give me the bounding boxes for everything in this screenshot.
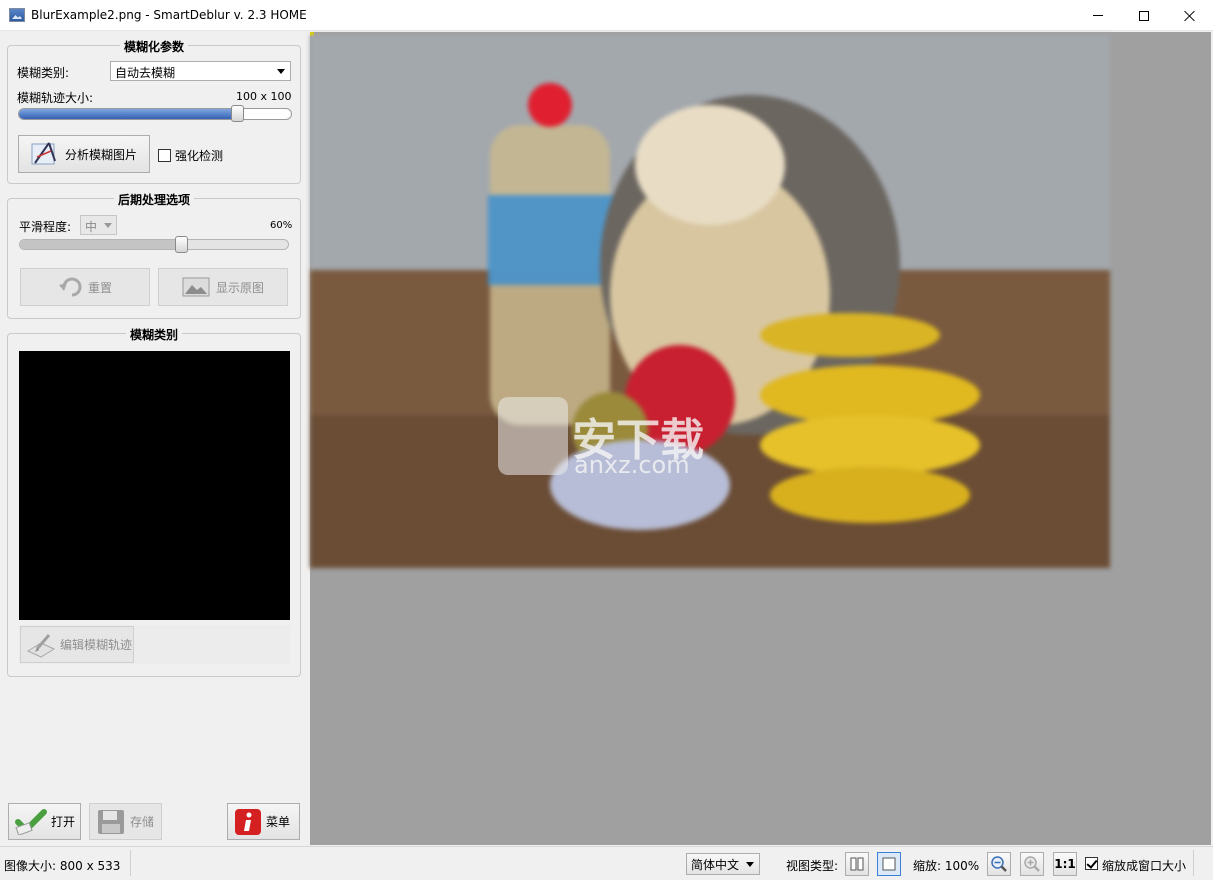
watermark-url: anxz.com <box>574 451 690 479</box>
blur-params-group: 模糊化参数 模糊类别: 自动去模糊 模糊轨迹大小: 100 x 100 分析模糊… <box>7 40 301 184</box>
zoom-in-button[interactable] <box>1020 852 1044 876</box>
blur-kernel-group: 模糊类别 编辑模糊轨迹 <box>7 328 301 677</box>
enhance-detection-checkbox[interactable] <box>158 149 171 162</box>
close-icon <box>1184 10 1196 22</box>
open-label: 打开 <box>51 815 76 829</box>
language-select[interactable]: 简体中文 <box>686 853 760 875</box>
floppy-disk-icon <box>98 809 124 834</box>
title-bar: BlurExample2.png - SmartDeblur v. 2.3 HO… <box>0 0 1213 31</box>
view-single-button[interactable] <box>877 852 901 876</box>
edit-pen-icon <box>26 633 56 658</box>
analyze-blur-button[interactable]: 分析模糊图片 <box>18 135 150 173</box>
minimize-button[interactable] <box>1075 0 1121 31</box>
blur-size-x: x <box>260 90 268 103</box>
zoom-out-icon <box>991 856 1007 872</box>
show-original-button[interactable]: 显示原图 <box>158 268 288 306</box>
zoom-out-button[interactable] <box>987 852 1011 876</box>
edit-blur-kernel-label: 编辑模糊轨迹 <box>60 638 133 652</box>
zoom-text: 缩放: 100% <box>913 859 980 873</box>
blur-size-slider-handle[interactable] <box>231 105 245 122</box>
view-type-label: 视图类型: <box>786 859 839 873</box>
blur-kernel-preview <box>19 351 290 620</box>
blur-size-value: 100 x 100 <box>236 90 292 103</box>
drafting-compass-icon <box>31 142 56 165</box>
enhance-detection-label: 强化检测 <box>175 149 224 163</box>
smooth-slider-handle[interactable] <box>175 236 188 253</box>
smooth-level-value: 中 <box>85 220 98 234</box>
maximize-button[interactable] <box>1121 0 1167 31</box>
undo-icon <box>58 277 82 297</box>
blur-params-title: 模糊化参数 <box>119 40 188 54</box>
blur-size-label: 模糊轨迹大小: <box>17 91 94 105</box>
chevron-down-icon <box>746 862 754 867</box>
split-view-icon <box>850 857 864 871</box>
chevron-down-icon <box>277 69 285 74</box>
blur-size-slider-fill <box>19 109 237 119</box>
close-button[interactable] <box>1167 0 1213 31</box>
menu-button[interactable]: 菜单 <box>227 803 300 840</box>
save-label: 存储 <box>130 815 155 829</box>
actual-size-button[interactable]: 1:1 <box>1053 852 1077 876</box>
actual-size-label: 1:1 <box>1054 857 1076 871</box>
info-icon <box>235 808 261 835</box>
view-split-button[interactable] <box>845 852 869 876</box>
photo-scene <box>310 35 1110 568</box>
analyze-blur-label: 分析模糊图片 <box>65 147 138 162</box>
post-processing-group: 后期处理选项 平滑程度: 中 60% 重置 显示原图 <box>7 193 301 319</box>
save-button[interactable]: 存储 <box>89 803 162 840</box>
checkmark-icon <box>15 808 47 835</box>
blur-size-width: 100 <box>236 90 257 103</box>
minimize-icon <box>1093 15 1103 16</box>
window-title: BlurExample2.png - SmartDeblur v. 2.3 HO… <box>31 8 307 22</box>
zoom-in-icon <box>1024 856 1040 872</box>
image-size-text: 图像大小: 800 x 533 <box>4 859 121 873</box>
status-bar: 图像大小: 800 x 533 简体中文 视图类型: 缩放: 100% 1:1 … <box>0 846 1213 880</box>
menu-label: 菜单 <box>266 815 291 829</box>
show-original-label: 显示原图 <box>215 280 264 295</box>
blur-size-height: 100 <box>270 90 292 103</box>
blur-type-label: 模糊类别: <box>17 66 70 80</box>
blur-size-slider[interactable] <box>18 108 292 120</box>
smooth-level-select[interactable]: 中 <box>80 215 117 235</box>
smooth-slider[interactable] <box>19 239 289 250</box>
smooth-label: 平滑程度: <box>19 220 72 234</box>
smooth-slider-fill <box>20 240 181 249</box>
app-icon <box>9 8 25 22</box>
watermark-bag-icon <box>498 397 568 475</box>
blurred-photo <box>310 35 1110 568</box>
reset-label: 重置 <box>87 280 112 295</box>
post-processing-title: 后期处理选项 <box>113 193 194 207</box>
language-value: 简体中文 <box>691 858 740 872</box>
picture-icon <box>182 277 210 297</box>
image-viewport[interactable]: 安下载 anxz.com <box>310 32 1211 845</box>
chevron-down-icon <box>104 223 112 228</box>
maximize-icon <box>1139 10 1149 21</box>
single-view-icon <box>882 857 896 871</box>
blur-kernel-title: 模糊类别 <box>125 328 182 342</box>
fit-window-label: 缩放成窗口大小 <box>1102 859 1187 873</box>
reset-button[interactable]: 重置 <box>20 268 150 306</box>
left-panel: 模糊化参数 模糊类别: 自动去模糊 模糊轨迹大小: 100 x 100 分析模糊… <box>0 32 310 846</box>
open-button[interactable]: 打开 <box>8 803 81 840</box>
blur-type-select[interactable]: 自动去模糊 <box>110 61 291 81</box>
edit-blur-kernel-button[interactable]: 编辑模糊轨迹 <box>20 626 134 663</box>
fit-window-checkbox[interactable] <box>1085 857 1098 870</box>
smooth-percent: 60% <box>270 220 293 231</box>
blur-type-value: 自动去模糊 <box>115 66 176 80</box>
